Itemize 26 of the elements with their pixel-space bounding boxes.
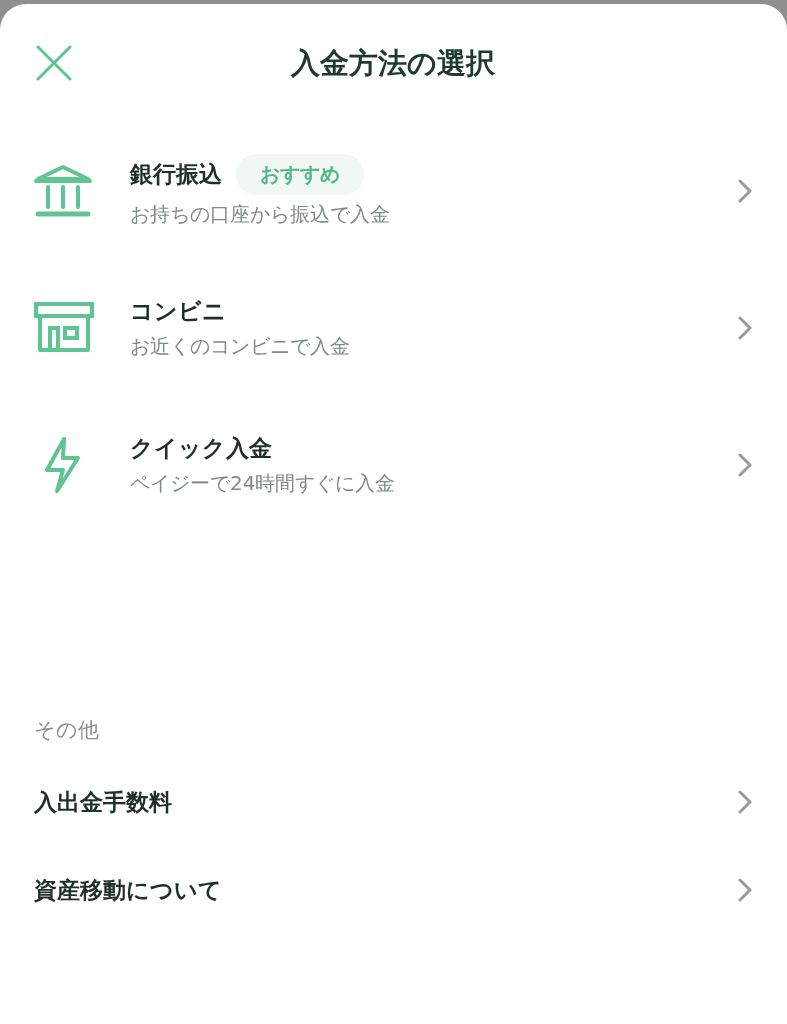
recommended-badge: おすすめ bbox=[236, 153, 364, 195]
payment-method-item[interactable]: クイック入金 ペイジーで24時間すぐに入金 bbox=[34, 396, 752, 533]
section-heading: その他 bbox=[34, 717, 100, 744]
method-description: ペイジーで24時間すぐに入金 bbox=[130, 469, 397, 497]
chevron-right-icon bbox=[738, 878, 752, 902]
screen-title: 入金方法の選択 bbox=[291, 45, 495, 82]
method-title: コンビニ bbox=[130, 296, 226, 326]
menu-item-label: 資産移動について bbox=[34, 875, 222, 905]
bank-icon bbox=[34, 164, 92, 217]
store-icon bbox=[34, 301, 94, 354]
payment-method-item[interactable]: 銀行振込 おすすめ お持ちの口座から振込で入金 bbox=[34, 122, 752, 259]
method-title: 銀行振込 bbox=[130, 159, 222, 189]
method-description: お持ちの口座から振込で入金 bbox=[130, 200, 391, 228]
method-description: お近くのコンビニで入金 bbox=[130, 332, 351, 360]
chevron-right-icon bbox=[738, 315, 752, 340]
menu-item-label: 入出金手数料 bbox=[34, 787, 172, 817]
lightning-icon bbox=[42, 435, 82, 494]
close-icon bbox=[36, 45, 72, 81]
menu-item[interactable]: 資産移動について bbox=[34, 846, 752, 934]
chevron-right-icon bbox=[738, 452, 752, 477]
method-title: クイック入金 bbox=[130, 433, 272, 463]
chevron-right-icon bbox=[738, 178, 752, 203]
payment-method-item[interactable]: コンビニ お近くのコンビニで入金 bbox=[34, 259, 752, 396]
chevron-right-icon bbox=[738, 790, 752, 814]
close-button[interactable] bbox=[36, 45, 72, 81]
menu-item[interactable]: 入出金手数料 bbox=[34, 758, 752, 846]
